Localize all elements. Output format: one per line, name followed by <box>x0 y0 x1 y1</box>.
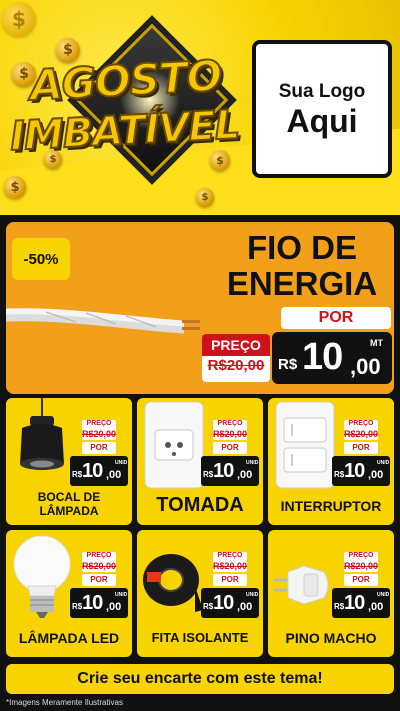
coin-icon: $ <box>196 188 214 206</box>
featured-product-name: FIO DE ENERGIA <box>214 230 390 302</box>
price-decimal: ,00 <box>106 601 122 613</box>
product-name-line2: LÂMPADA <box>39 504 99 518</box>
por-label: POR <box>281 307 391 329</box>
old-price: R$20,00 <box>207 357 265 374</box>
product-name-line1: BOCAL DE <box>37 490 101 504</box>
preco-label: PREÇO <box>202 334 270 356</box>
price-integer: 10 <box>344 592 365 614</box>
product-card[interactable]: PREÇO R$20,00 POR R$ 10 ,00 UNID INTERRU… <box>268 398 394 525</box>
price-tag: R$ 10 ,00 UNID <box>201 588 259 618</box>
price-unit: UNID <box>377 460 390 466</box>
old-price: R$20,00 <box>82 429 117 439</box>
price-decimal: ,00 <box>368 469 384 481</box>
header-banner: $ $ $ $ $ $ $ AGOSTO IMBATÍVEL Sua Logo … <box>0 0 400 215</box>
price-unit: UNID <box>377 592 390 598</box>
price-integer: 10 <box>82 460 103 482</box>
lamp-socket-image <box>20 398 64 470</box>
price-decimal: ,00 <box>350 354 381 379</box>
product-card[interactable]: PREÇO R$20,00 POR R$ 10 ,00 UNID LÂMPADA… <box>6 530 132 657</box>
featured-name-line1: FIO DE <box>246 229 357 266</box>
price-decimal: ,00 <box>368 601 384 613</box>
price-decimal: ,00 <box>106 469 122 481</box>
product-name: BOCAL DE LÂMPADA <box>6 490 132 518</box>
price-integer: 10 <box>213 460 234 482</box>
por-label: POR <box>344 442 378 454</box>
campaign-title-line1: AGOSTO <box>28 50 224 111</box>
por-label: POR <box>213 574 247 586</box>
logo-placeholder[interactable]: Sua Logo Aqui <box>252 40 392 178</box>
price-integer: 10 <box>213 592 234 614</box>
old-price: R$20,00 <box>213 429 248 439</box>
price-unit: UNID <box>246 592 259 598</box>
currency-symbol: R$ <box>334 602 345 611</box>
price-decimal: ,00 <box>237 469 253 481</box>
old-price: R$20,00 <box>344 429 379 439</box>
coin-icon: $ <box>210 150 230 170</box>
preco-label: PREÇO <box>348 552 374 559</box>
plug-image <box>274 565 329 605</box>
insulating-tape-image <box>143 554 203 612</box>
price-tag: R$ 10 ,00 MT <box>272 332 392 384</box>
price-block: PREÇO R$20,00 POR R$ 10 ,00 UNID <box>70 552 128 620</box>
currency-symbol: R$ <box>334 470 345 479</box>
price-block: PREÇO R$20,00 POR R$ 10 ,00 UNID <box>201 420 259 488</box>
preco-label: PREÇO <box>86 420 112 427</box>
price-unit: UNID <box>115 460 128 466</box>
coin-icon: $ <box>2 2 36 36</box>
price-tag: R$ 10 ,00 UNID <box>201 456 259 486</box>
price-block: PREÇO R$20,00 POR R$ 10 ,00 UNID <box>332 552 390 620</box>
price-unit: UNID <box>115 592 128 598</box>
preco-label: PREÇO <box>217 420 243 427</box>
electric-wire-image <box>6 308 200 334</box>
price-integer: 10 <box>302 336 343 378</box>
price-tag: R$ 10 ,00 UNID <box>70 456 128 486</box>
price-integer: 10 <box>344 460 365 482</box>
old-price: R$20,00 <box>82 561 117 571</box>
logo-text-line1: Sua Logo <box>278 81 366 102</box>
currency-symbol: R$ <box>72 602 83 611</box>
por-label: POR <box>82 574 116 586</box>
price-block: PREÇO R$20,00 POR R$ 10 ,00 UNID <box>201 552 259 620</box>
featured-product-card[interactable]: -50% FIO DE ENERGIA POR PREÇO R$20,00 R$… <box>6 222 394 394</box>
light-switch-image <box>275 401 335 489</box>
product-card[interactable]: PREÇO R$20,00 POR R$ 10 ,00 UNID BOCAL D… <box>6 398 132 525</box>
featured-name-line2: ENERGIA <box>226 265 378 302</box>
por-label: POR <box>344 574 378 586</box>
led-bulb-image <box>13 535 71 618</box>
currency-symbol: R$ <box>278 356 298 373</box>
product-card[interactable]: PREÇO R$20,00 POR R$ 10 ,00 UNID FITA IS… <box>137 530 263 657</box>
product-card[interactable]: PREÇO R$20,00 POR R$ 10 ,00 UNID PINO MA… <box>268 530 394 657</box>
create-flyer-button[interactable]: Crie seu encarte com este tema! <box>6 664 394 694</box>
product-name: INTERRUPTOR <box>280 498 382 514</box>
preco-label: PREÇO <box>86 552 112 559</box>
price-block: PREÇO R$20,00 POR R$ 10 ,00 UNID <box>70 420 128 488</box>
price-integer: 10 <box>82 592 103 614</box>
product-name: LÂMPADA LED <box>18 630 120 646</box>
price-block: PREÇO R$20,00 POR R$ 10 ,00 UNID <box>332 420 390 488</box>
coin-icon: $ <box>4 176 26 198</box>
product-name: PINO MACHO <box>285 630 377 646</box>
disclaimer-text: *Imagens Meramente Ilustrativas <box>6 698 123 707</box>
power-outlet-image <box>144 401 204 489</box>
por-label: POR <box>82 442 116 454</box>
price-tag: R$ 10 ,00 UNID <box>70 588 128 618</box>
old-price: R$20,00 <box>213 561 248 571</box>
old-price: R$20,00 <box>344 561 379 571</box>
preco-label: PREÇO <box>348 420 374 427</box>
price-decimal: ,00 <box>237 601 253 613</box>
currency-symbol: R$ <box>203 602 214 611</box>
por-label: POR <box>213 442 247 454</box>
product-name: FITA ISOLANTE <box>151 630 249 645</box>
currency-symbol: R$ <box>203 470 214 479</box>
preco-label: PREÇO <box>217 552 243 559</box>
price-unit: UNID <box>246 460 259 466</box>
logo-text-line2: Aqui <box>286 103 358 139</box>
product-card[interactable]: PREÇO R$20,00 POR R$ 10 ,00 UNID TOMADA <box>137 398 263 525</box>
discount-badge: -50% <box>12 238 70 280</box>
currency-symbol: R$ <box>72 470 83 479</box>
price-tag: R$ 10 ,00 UNID <box>332 456 390 486</box>
price-tag: R$ 10 ,00 UNID <box>332 588 390 618</box>
product-name: TOMADA <box>156 494 244 516</box>
price-unit: MT <box>370 338 383 348</box>
